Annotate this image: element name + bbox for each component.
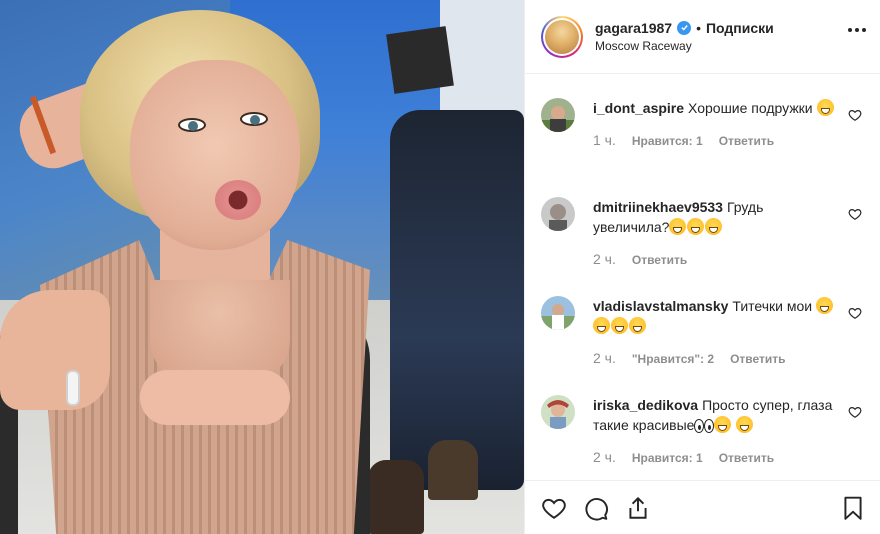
eyes-emoji-icon [704, 419, 715, 433]
comment-text: iriska_dedikova Просто супер, глаза такие… [593, 395, 841, 435]
grinning-emoji-icon [816, 99, 834, 116]
comment-time[interactable]: 2 ч. [593, 251, 616, 267]
comment-text: vladislavstalmansky Титечки мои [593, 296, 841, 336]
laughing-emoji-icon [593, 317, 610, 334]
author-avatar-border [543, 17, 581, 56]
comment-item: dmitriinekhaev9533 Грудь увеличила? 2 ч. … [541, 173, 864, 272]
post-actions-bar [525, 480, 880, 534]
comment-time[interactable]: 2 ч. [593, 449, 616, 465]
laughing-emoji-icon [611, 317, 628, 334]
comment-text: dmitriinekhaev9533 Грудь увеличила? [593, 197, 841, 237]
laughing-emoji-icon [705, 218, 723, 235]
comment-item: i_dont_aspire Хорошие подружки 1 ч. Нрави… [541, 74, 864, 173]
bookmark-icon[interactable] [840, 495, 866, 521]
header-separator: • [696, 19, 701, 36]
comment-meta: 2 ч. Ответить [593, 251, 841, 267]
laughing-emoji-icon [669, 218, 687, 235]
post-photo[interactable] [0, 0, 524, 534]
comment-like-heart-icon[interactable] [848, 108, 862, 122]
commenter-avatar[interactable] [541, 395, 575, 429]
photo-arm [0, 290, 110, 410]
comment-time[interactable]: 2 ч. [593, 350, 616, 366]
header-text: gagara1987 • Подписки Moscow Raceway [595, 19, 774, 55]
author-username[interactable]: gagara1987 [595, 19, 672, 37]
author-avatar[interactable] [541, 15, 583, 58]
reply-button[interactable]: Ответить [719, 134, 774, 148]
comment-like-heart-icon[interactable] [848, 405, 862, 419]
comment-item: iriska_dedikova Просто супер, глаза такие… [541, 371, 864, 470]
photo-boot [428, 440, 478, 500]
comment-text: i_dont_aspire Хорошие подружки [593, 98, 841, 118]
comment-message: Хорошие подружки [688, 100, 813, 116]
commenter-avatar[interactable] [541, 197, 575, 231]
photo-face [130, 60, 300, 250]
photo-lips [215, 180, 261, 220]
reply-button[interactable]: Ответить [719, 451, 774, 465]
grinning-emoji-icon [714, 416, 732, 433]
commenter-avatar[interactable] [541, 98, 575, 132]
comment-icon[interactable] [583, 495, 609, 521]
laughing-emoji-icon [687, 218, 705, 235]
following-button[interactable]: Подписки [706, 19, 774, 37]
photo-person-jeans [390, 110, 524, 490]
comment-likes[interactable]: Нравится: 1 [632, 451, 703, 465]
comment-message: Титечки мои [732, 298, 813, 314]
post-location[interactable]: Moscow Raceway [595, 37, 774, 55]
comment-likes[interactable]: "Нравится": 2 [632, 352, 714, 366]
reply-button[interactable]: Ответить [632, 253, 687, 267]
eyes-emoji-icon [694, 419, 705, 433]
comment-username[interactable]: dmitriinekhaev9533 [593, 199, 723, 215]
share-icon[interactable] [625, 495, 651, 521]
verified-badge-icon [677, 20, 692, 35]
comment-body: vladislavstalmansky Титечки мои 2 ч. "Нра… [593, 296, 841, 371]
comment-username[interactable]: vladislavstalmansky [593, 298, 728, 314]
comment-body: iriska_dedikova Просто супер, глаза такие… [593, 395, 841, 470]
comment-likes[interactable]: Нравится: 1 [632, 134, 703, 148]
laughing-emoji-icon [629, 317, 646, 334]
instagram-post: gagara1987 • Подписки Moscow Raceway i_d [0, 0, 880, 534]
comments-list[interactable]: i_dont_aspire Хорошие подружки 1 ч. Нрави… [525, 74, 880, 480]
post-side-panel: gagara1987 • Подписки Moscow Raceway i_d [524, 0, 880, 534]
photo-eye [178, 118, 206, 132]
laughing-emoji-icon [736, 416, 754, 433]
comment-like-heart-icon[interactable] [848, 306, 862, 320]
comment-username[interactable]: i_dont_aspire [593, 100, 684, 116]
comment-meta: 2 ч. "Нравится": 2 Ответить [593, 350, 841, 366]
photo-equipment [386, 26, 454, 94]
photo-boot [368, 460, 424, 534]
heart-icon[interactable] [541, 495, 567, 521]
post-header: gagara1987 • Подписки Moscow Raceway [525, 0, 880, 74]
comment-body: dmitriinekhaev9533 Грудь увеличила? 2 ч. … [593, 197, 841, 272]
comment-time[interactable]: 1 ч. [593, 132, 616, 148]
comment-like-heart-icon[interactable] [848, 207, 862, 221]
comment-item: vladislavstalmansky Титечки мои 2 ч. "Нра… [541, 272, 864, 371]
header-top-row: gagara1987 • Подписки [595, 19, 774, 37]
comment-username[interactable]: iriska_dedikova [593, 397, 698, 413]
comment-meta: 2 ч. Нравится: 1 Ответить [593, 449, 841, 465]
photo-watch [66, 370, 80, 406]
reply-button[interactable]: Ответить [730, 352, 785, 366]
photo-eye [240, 112, 268, 126]
more-options-icon[interactable] [848, 28, 866, 32]
commenter-avatar[interactable] [541, 296, 575, 330]
laughing-emoji-icon [816, 297, 834, 314]
author-avatar-image [545, 19, 579, 54]
comment-meta: 1 ч. Нравится: 1 Ответить [593, 132, 841, 148]
comment-body: i_dont_aspire Хорошие подружки 1 ч. Нрави… [593, 98, 841, 173]
photo-hands [140, 370, 290, 425]
